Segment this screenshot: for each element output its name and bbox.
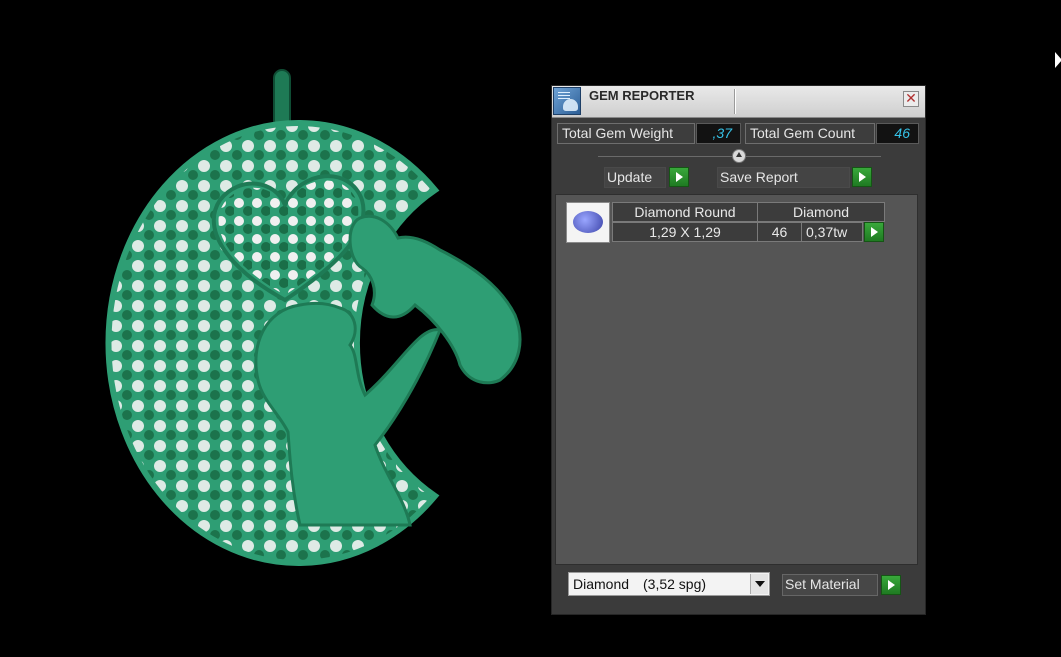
gem-reporter-panel: GEM REPORTER ✕ Total Gem Weight ,37 Tota… bbox=[551, 85, 926, 615]
set-material-go-icon[interactable] bbox=[881, 575, 901, 595]
update-button[interactable]: Update bbox=[604, 167, 666, 188]
gem-count-cell: 46 bbox=[757, 222, 802, 242]
gem-size-cell: 1,29 X 1,29 bbox=[612, 222, 758, 242]
total-gem-weight-value: ,37 bbox=[696, 123, 741, 144]
material-select[interactable]: Diamond (3,52 spg) bbox=[568, 572, 770, 596]
gem-reporter-icon bbox=[553, 87, 581, 115]
collapse-handle[interactable] bbox=[732, 149, 746, 163]
mouse-cursor-icon bbox=[1055, 52, 1061, 68]
material-select-density: (3,52 spg) bbox=[643, 576, 707, 592]
total-gem-weight-label: Total Gem Weight bbox=[557, 123, 695, 144]
close-button[interactable]: ✕ bbox=[903, 91, 919, 107]
close-icon: ✕ bbox=[905, 90, 917, 106]
title-bar[interactable]: GEM REPORTER ✕ bbox=[552, 86, 925, 118]
gem-material-cell: Diamond bbox=[757, 202, 885, 222]
window-title: GEM REPORTER bbox=[589, 88, 695, 103]
save-report-go-icon[interactable] bbox=[852, 167, 872, 187]
gem-thumbnail-icon bbox=[566, 202, 610, 243]
3d-viewport[interactable] bbox=[0, 0, 545, 652]
set-material-button[interactable]: Set Material bbox=[782, 574, 878, 596]
title-separator bbox=[734, 89, 735, 114]
update-go-icon[interactable] bbox=[669, 167, 689, 187]
gem-report-list[interactable]: Diamond Round Diamond 1,29 X 1,29 46 0,3… bbox=[555, 194, 918, 565]
gem-shape-cell: Diamond Round bbox=[612, 202, 758, 222]
material-select-name: Diamond bbox=[573, 576, 630, 592]
total-gem-count-label: Total Gem Count bbox=[745, 123, 875, 144]
pendant-model bbox=[105, 69, 522, 566]
chevron-down-icon[interactable] bbox=[750, 574, 768, 594]
total-gem-count-value: 46 bbox=[876, 123, 919, 144]
save-report-button[interactable]: Save Report bbox=[717, 167, 850, 188]
gem-row-go-icon[interactable] bbox=[864, 222, 884, 242]
gem-weight-cell: 0,37tw bbox=[801, 222, 863, 242]
